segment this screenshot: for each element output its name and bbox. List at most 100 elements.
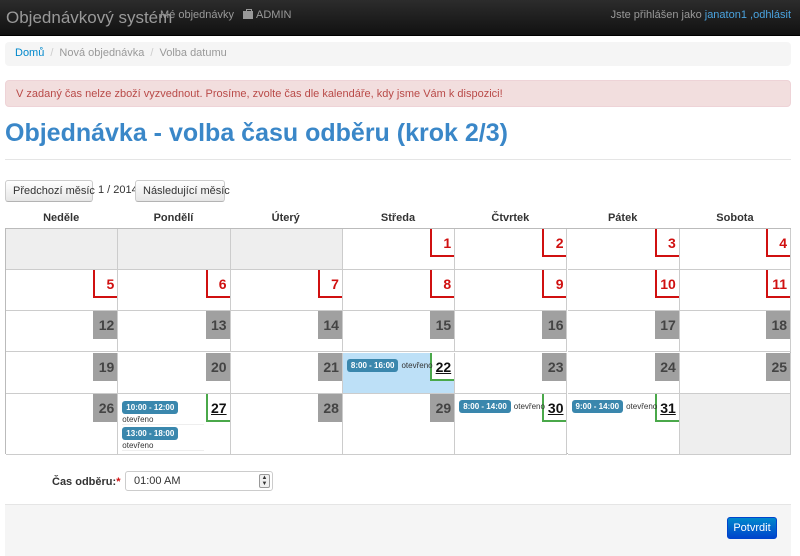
calendar-day-cell: 22 8:00 - 16:00 otevřeno xyxy=(342,352,456,394)
day-number: 4 xyxy=(766,229,791,257)
time-slot-badge: 13:00 - 18:00 xyxy=(122,426,179,440)
breadcrumb-home[interactable]: Domů xyxy=(15,47,44,59)
form-actions-bar xyxy=(5,504,791,556)
calendar-empty-cell xyxy=(679,393,792,455)
nav-my-orders[interactable]: Mé objednávky xyxy=(160,9,234,21)
calendar-day-cell: 2 xyxy=(455,229,568,270)
pickup-time-label: Čas odběru:* xyxy=(52,476,120,488)
day-number: 11 xyxy=(766,270,791,299)
day-number: 19 xyxy=(93,352,118,381)
calendar-day-cell: 23 xyxy=(455,352,568,394)
weekday-header: Čtvrtek xyxy=(491,212,530,224)
time-slot[interactable]: 10:00 - 12:00 otevřeno xyxy=(122,399,205,425)
logout-link[interactable]: ,odhlásit xyxy=(747,9,791,21)
calendar-day-cell: 31 9:00 - 14:00 otevřeno xyxy=(567,393,680,455)
day-number: 6 xyxy=(205,270,230,299)
user-prefix: Jste přihlášen jako xyxy=(610,9,705,21)
calendar-day-cell: 9 xyxy=(455,270,568,312)
day-number[interactable]: 30 xyxy=(542,393,567,422)
time-slot-badge: 8:00 - 16:00 xyxy=(346,358,399,372)
day-number: 24 xyxy=(654,352,679,381)
next-month-button[interactable]: Následující měsíc xyxy=(135,180,230,202)
time-spinner[interactable]: ▲ ▼ xyxy=(259,474,270,488)
prev-month-button[interactable]: Předchozí měsíc xyxy=(5,180,95,202)
pickup-time-label-text: Čas odběru: xyxy=(52,476,117,488)
time-slot-badge: 10:00 - 12:00 xyxy=(122,400,179,414)
pickup-time-input[interactable] xyxy=(125,471,273,491)
current-month-label: 1 / 2014 xyxy=(98,184,138,196)
day-number: 5 xyxy=(93,270,118,299)
day-number: 14 xyxy=(317,311,342,340)
error-alert: V zadaný čas nelze zboží vyzvednout. Pro… xyxy=(5,80,791,107)
weekday-header: Úterý xyxy=(271,212,300,224)
page-title: Objednávka - volba času odběru (krok 2/3… xyxy=(5,119,508,147)
weekday-header: Pátek xyxy=(607,212,638,224)
calendar-day-cell: 12 xyxy=(6,311,119,353)
top-navbar: Objednávkový systém Mé objednávky ADMIN … xyxy=(0,0,800,36)
calendar-day-cell: 25 xyxy=(679,352,792,394)
day-number: 16 xyxy=(542,311,567,340)
day-number: 20 xyxy=(205,352,230,381)
time-slot-status: otevřeno xyxy=(401,360,433,370)
day-number: 1 xyxy=(430,229,455,257)
logged-in-user: Jste přihlášen jako janaton1 ,odhlásit xyxy=(611,9,791,21)
time-slot[interactable]: 8:00 - 14:00 otevřeno xyxy=(459,399,545,413)
time-slot[interactable]: 9:00 - 14:00 otevřeno xyxy=(571,399,657,413)
calendar-day-cell: 1 xyxy=(342,229,456,270)
time-slot[interactable]: 13:00 - 18:00 otevřeno xyxy=(122,425,205,451)
day-number[interactable]: 31 xyxy=(654,393,679,422)
breadcrumb-separator: / xyxy=(50,47,54,59)
day-number: 8 xyxy=(430,270,455,299)
weekday-header: Neděle xyxy=(43,212,80,224)
time-slot-badge: 8:00 - 14:00 xyxy=(459,399,511,413)
calendar-day-cell: 30 8:00 - 14:00 otevřeno xyxy=(455,393,568,455)
calendar-grid: 1 2 3 4 5 6 7 8 9 10 11 12 13 14 15 16 17 18 19 20 21 22 8:00 … xyxy=(5,228,792,455)
user-name-link[interactable]: janaton1 xyxy=(705,9,747,21)
day-number: 23 xyxy=(542,352,567,381)
time-slot-badge: 9:00 - 14:00 xyxy=(571,399,624,413)
calendar-day-cell: 13 xyxy=(118,311,231,353)
weekday-header: Středa xyxy=(380,212,416,224)
calendar-day-cell: 16 xyxy=(455,311,568,353)
calendar-day-cell: 24 xyxy=(567,352,680,394)
day-number[interactable]: 27 xyxy=(205,393,230,422)
divider xyxy=(5,159,791,160)
breadcrumb: Domů / Nová objednávka / Volba datumu xyxy=(5,42,791,66)
calendar-day-cell: 5 xyxy=(6,270,119,312)
day-number: 28 xyxy=(317,393,342,422)
calendar-day-cell: 10 xyxy=(567,270,680,312)
time-slot-status: otevřeno xyxy=(513,401,545,411)
nav-admin[interactable]: ADMIN xyxy=(243,9,291,21)
nav-admin-label: ADMIN xyxy=(256,9,292,21)
calendar-empty-cell xyxy=(118,229,231,270)
day-number: 13 xyxy=(205,311,230,340)
calendar-day-cell: 4 xyxy=(679,229,792,270)
brand-link[interactable]: Objednávkový systém xyxy=(6,8,172,28)
calendar-day-cell: 26 xyxy=(6,393,119,455)
calendar-day-cell: 18 xyxy=(679,311,792,353)
weekday-header: Sobota xyxy=(716,212,754,224)
calendar-day-cell: 20 xyxy=(118,352,231,394)
calendar-day-cell: 7 xyxy=(230,270,343,312)
calendar-empty-cell xyxy=(230,229,343,270)
day-number: 25 xyxy=(766,352,791,381)
calendar-day-cell: 11 xyxy=(679,270,792,312)
breadcrumb-current: Volba datumu xyxy=(159,47,227,59)
time-slot[interactable]: 8:00 - 16:00 otevřeno xyxy=(346,358,433,372)
calendar-day-cell: 19 xyxy=(6,352,119,394)
calendar-day-cell: 15 xyxy=(342,311,456,353)
day-number: 7 xyxy=(317,270,342,299)
day-number: 18 xyxy=(766,311,791,340)
day-number[interactable]: 22 xyxy=(430,352,455,381)
confirm-button[interactable]: Potvrdit xyxy=(727,517,777,539)
day-number: 21 xyxy=(317,352,342,381)
day-number: 10 xyxy=(654,270,679,299)
calendar-day-cell: 14 xyxy=(230,311,343,353)
day-number: 3 xyxy=(654,229,679,257)
weekday-header: Pondělí xyxy=(153,212,194,224)
briefcase-icon xyxy=(243,9,253,19)
day-number: 15 xyxy=(430,311,455,340)
calendar-day-cell: 3 xyxy=(567,229,680,270)
time-slot-status: otevřeno xyxy=(122,440,154,450)
calendar-day-cell: 21 xyxy=(230,352,343,394)
